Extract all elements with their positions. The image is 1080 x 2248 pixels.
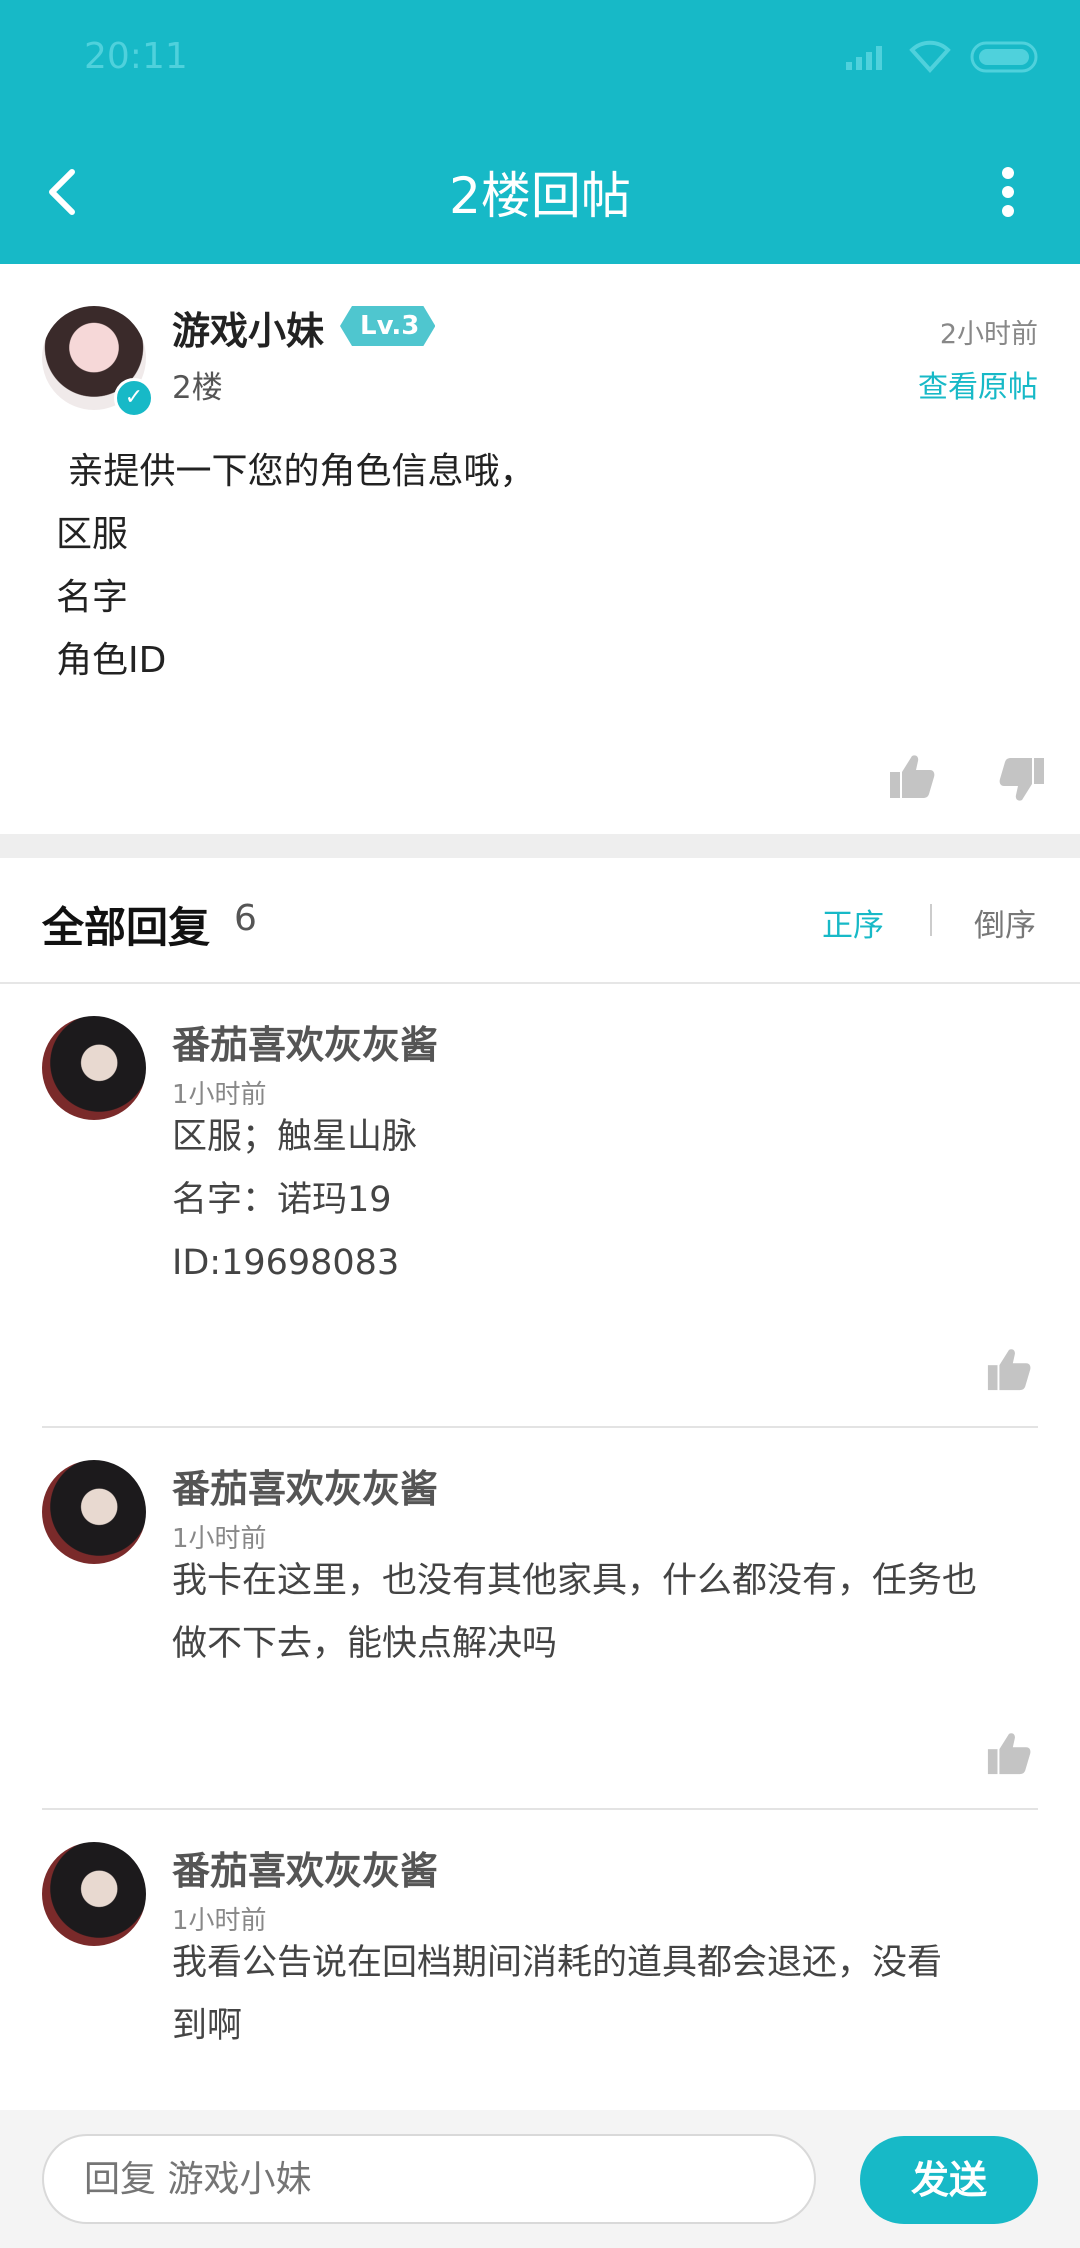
avatar[interactable] — [42, 1842, 146, 1946]
page-title: 2楼回帖 — [449, 167, 631, 225]
post-content-line: 名字 — [56, 577, 129, 618]
reply-content-line: 做不下去，能快点解决吗 — [172, 1624, 558, 1664]
sort-descending-tab[interactable]: 倒序 — [974, 900, 1036, 945]
section-divider — [0, 834, 1080, 858]
original-reply-post: ✓ 游戏小妹 Lv.3 2楼 2小时前 查看原帖 亲提供一下您的角色信息哦， 区… — [0, 264, 1080, 834]
more-vertical-icon — [1002, 167, 1014, 217]
reply-content-line: 区服；触星山脉 — [172, 1117, 418, 1157]
avatar[interactable] — [42, 1016, 146, 1120]
wifi-icon — [909, 40, 951, 73]
reply-content-line: 到啊 — [172, 2006, 243, 2046]
reply-content-line: 名字：诺玛19 — [172, 1180, 392, 1220]
battery-icon — [970, 41, 1038, 73]
sort-ascending-tab[interactable]: 正序 — [822, 900, 884, 945]
post-content-line: 区服 — [56, 514, 129, 555]
post-author-name[interactable]: 游戏小妹 — [172, 300, 324, 355]
reply-author-name[interactable]: 番茄喜欢灰灰酱 — [172, 1840, 438, 1895]
reply-content-line: ID:19698083 — [172, 1243, 400, 1283]
level-badge: Lv.3 — [340, 306, 435, 346]
status-icons — [844, 40, 1040, 74]
post-content-line: 角色ID — [56, 640, 167, 681]
thumbs-down-icon[interactable] — [998, 756, 1046, 804]
replies-header: 全部回复 6 正序 倒序 — [0, 858, 1080, 984]
floor-label: 2楼 — [172, 370, 223, 406]
thumbs-up-icon[interactable] — [986, 1730, 1032, 1776]
status-bar: 20:11 — [0, 0, 1080, 120]
reply-item: 番茄喜欢灰灰酱 1小时前 我卡在这里，也没有其他家具，什么都没有，任务也 做不下… — [0, 1428, 1080, 1810]
reply-item: 番茄喜欢灰灰酱 1小时前 区服；触星山脉 名字：诺玛19 ID:19698083 — [0, 984, 1080, 1428]
reply-content: 我看公告说在回档期间消耗的道具都会退还，没看 到啊 — [172, 1932, 1042, 2058]
replies-title: 全部回复 — [42, 903, 211, 952]
post-time: 2小时前 — [939, 319, 1038, 350]
sort-divider — [930, 904, 932, 936]
post-content-line: 亲提供一下您的角色信息哦， — [56, 451, 536, 492]
reply-author-name[interactable]: 番茄喜欢灰灰酱 — [172, 1014, 438, 1069]
reply-item: 番茄喜欢灰灰酱 1小时前 我看公告说在回档期间消耗的道具都会退还，没看 到啊 — [0, 1810, 1080, 2110]
reply-input[interactable] — [42, 2134, 816, 2224]
navigation-bar: 2楼回帖 — [0, 120, 1080, 264]
more-options-button[interactable] — [976, 156, 1040, 228]
reply-content-line: 我卡在这里，也没有其他家具，什么都没有，任务也 — [172, 1561, 978, 1601]
reply-author-name[interactable]: 番茄喜欢灰灰酱 — [172, 1458, 438, 1513]
signal-icon — [846, 46, 882, 70]
reply-composer-bar: 发送 — [0, 2110, 1080, 2248]
verified-icon: ✓ — [114, 378, 154, 418]
thumbs-up-icon[interactable] — [888, 752, 936, 800]
reply-content: 区服；触星山脉 名字：诺玛19 ID:19698083 — [172, 1106, 1042, 1295]
avatar[interactable] — [42, 1460, 146, 1564]
reply-content: 我卡在这里，也没有其他家具，什么都没有，任务也 做不下去，能快点解决吗 — [172, 1550, 1042, 1676]
reply-content-line: 我看公告说在回档期间消耗的道具都会退还，没看 — [172, 1943, 943, 1983]
top-app-bar: 20:11 2楼回帖 — [0, 0, 1080, 264]
view-original-link[interactable]: 查看原帖 — [918, 362, 1038, 406]
status-time: 20:11 — [84, 36, 188, 77]
post-content: 亲提供一下您的角色信息哦， 区服 名字 角色ID — [56, 440, 535, 692]
replies-count: 6 — [234, 898, 257, 939]
thumbs-up-icon[interactable] — [986, 1346, 1032, 1392]
send-button[interactable]: 发送 — [860, 2136, 1038, 2224]
